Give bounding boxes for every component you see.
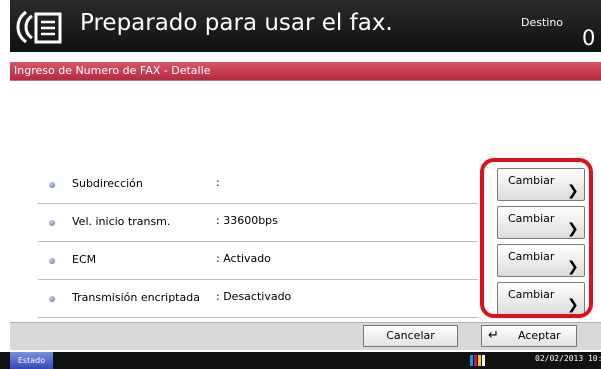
fax-icon xyxy=(16,10,62,44)
destination-label: Destino xyxy=(521,16,564,29)
chevron-right-icon: ❯ xyxy=(567,259,579,275)
setting-label: Subdirección xyxy=(72,177,143,190)
divider xyxy=(10,80,601,81)
setting-label: Transmisión encriptada xyxy=(72,291,200,304)
accept-button[interactable]: ↵ Aceptar xyxy=(481,325,577,347)
change-button-tx-speed[interactable]: Cambiar ❯ xyxy=(497,206,585,239)
change-button-subaddress[interactable]: Cambiar ❯ xyxy=(497,168,585,201)
setting-label: Vel. inicio transm. xyxy=(72,215,171,228)
status-datetime: 02/02/2013 10:1 xyxy=(535,354,601,363)
screen-subtitle: Ingreso de Numero de FAX - Detalle xyxy=(10,62,601,80)
setting-value: : xyxy=(216,176,220,189)
setting-value: : Activado xyxy=(216,252,271,265)
chevron-right-icon: ❯ xyxy=(567,221,579,237)
bullet-icon xyxy=(49,220,55,226)
change-button-label: Cambiar xyxy=(508,212,555,225)
status-button[interactable]: Estado xyxy=(10,352,53,369)
setting-row-subaddress: Subdirección : Cambiar ❯ xyxy=(10,166,601,204)
change-button-label: Cambiar xyxy=(508,174,555,187)
setting-label: ECM xyxy=(72,253,97,266)
cancel-button[interactable]: Cancelar xyxy=(363,325,458,347)
bullet-icon xyxy=(49,296,55,302)
setting-row-encryption: Transmisión encriptada : Desactivado Cam… xyxy=(10,280,601,318)
change-button-ecm[interactable]: Cambiar ❯ xyxy=(497,244,585,277)
setting-row-ecm: ECM : Activado Cambiar ❯ xyxy=(10,242,601,280)
bullet-icon xyxy=(49,182,55,188)
change-button-encryption[interactable]: Cambiar ❯ xyxy=(497,282,585,315)
setting-value: : 33600bps xyxy=(216,214,278,227)
status-bar xyxy=(0,352,601,369)
row-divider xyxy=(38,317,478,318)
chevron-right-icon: ❯ xyxy=(567,183,579,199)
bullet-icon xyxy=(49,258,55,264)
setting-row-tx-speed: Vel. inicio transm. : 33600bps Cambiar ❯ xyxy=(10,204,601,242)
setting-value: : Desactivado xyxy=(216,290,292,303)
enter-icon: ↵ xyxy=(488,328,499,343)
header-title: Preparado para usar el fax. xyxy=(80,10,393,36)
change-button-label: Cambiar xyxy=(508,250,555,263)
destination-count: 0 xyxy=(582,26,596,50)
accept-button-label: Aceptar xyxy=(518,329,561,342)
toner-icon xyxy=(470,355,485,366)
header: Preparado para usar el fax. xyxy=(10,0,601,52)
chevron-right-icon: ❯ xyxy=(567,297,579,313)
change-button-label: Cambiar xyxy=(508,288,555,301)
